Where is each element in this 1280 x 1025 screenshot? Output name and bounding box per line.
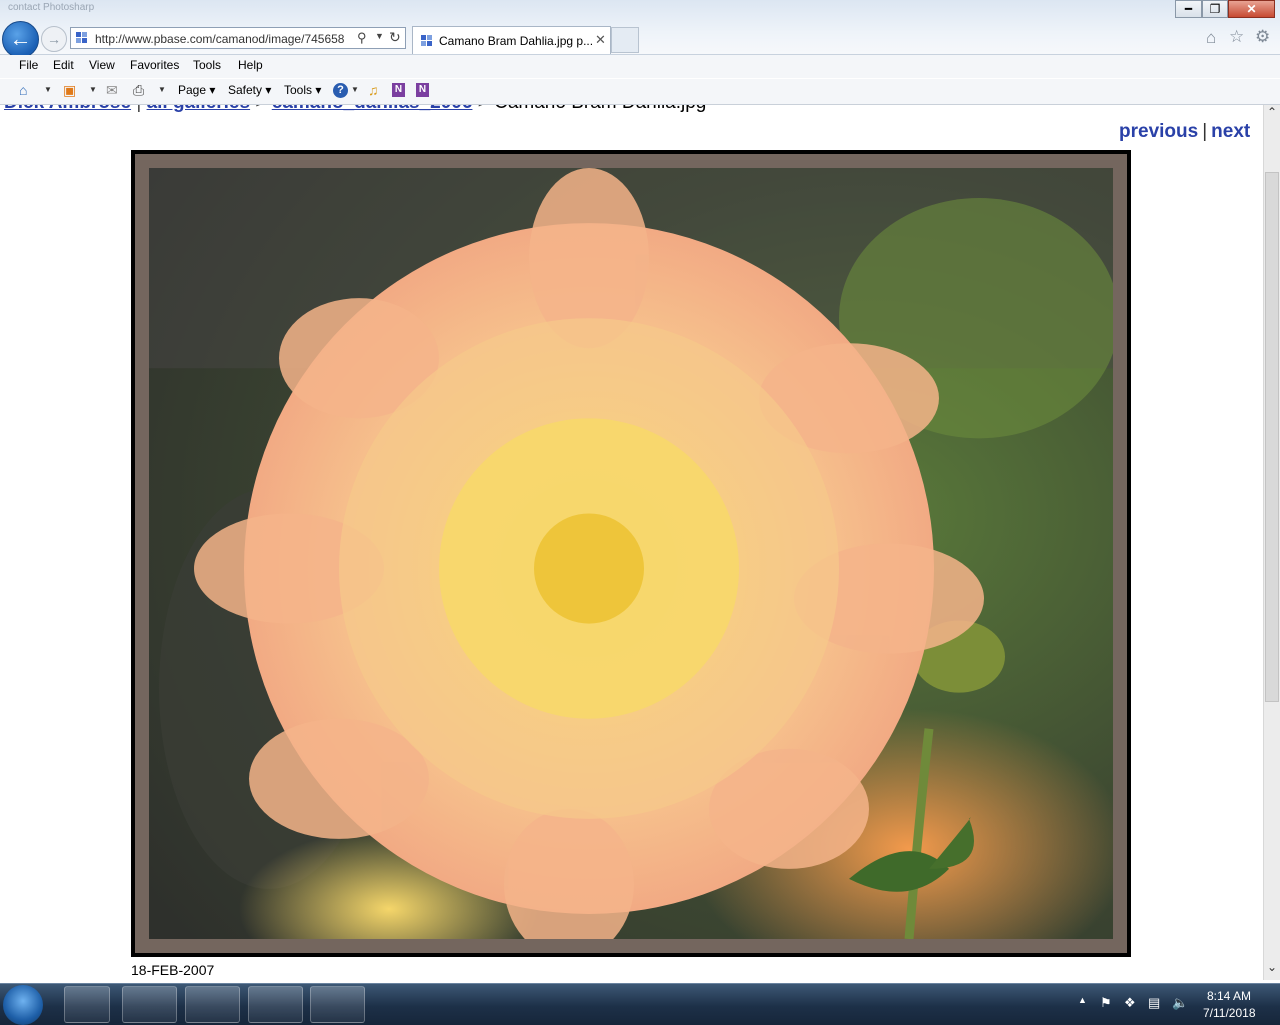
feeds-dropdown-icon[interactable]: ▼ — [89, 85, 97, 94]
rss-icon[interactable]: ▣ — [63, 82, 76, 99]
onenote-linked-icon[interactable]: N — [416, 83, 429, 97]
breadcrumb-current: Camano Bram Dahlia.jpg — [494, 105, 706, 113]
nav-separator: | — [1202, 121, 1208, 142]
menu-help[interactable]: Help — [238, 58, 263, 72]
image-navigation: previous | next — [1119, 121, 1250, 143]
photo-date: 18-FEB-2007 — [131, 962, 215, 978]
star-icon[interactable]: ☆ — [1229, 27, 1244, 47]
taskbar-remote-users[interactable] — [185, 986, 240, 1023]
menu-favorites[interactable]: Favorites — [130, 58, 179, 72]
restore-button[interactable]: ❐ — [1202, 0, 1228, 18]
windows-taskbar: ▲ ⚑ ❖ ▤ 🔈 8:14 AM 7/11/2018 — [0, 983, 1280, 1025]
tray-dropbox-icon[interactable]: ❖ — [1124, 995, 1136, 1011]
page-menu-button[interactable]: Page ▾ — [178, 83, 215, 97]
scroll-up-icon[interactable]: ⌃ — [1264, 105, 1280, 123]
photo-frame — [131, 150, 1131, 957]
search-icon[interactable]: ⚲ — [357, 30, 367, 46]
menu-bar: File Edit View Favorites Tools Help — [0, 55, 1280, 78]
breadcrumb-separator: | — [136, 105, 141, 113]
breadcrumb-arrow: > — [255, 105, 266, 113]
scroll-thumb[interactable] — [1265, 172, 1279, 702]
print-dropdown-icon[interactable]: ▼ — [158, 85, 166, 94]
forward-arrow-icon: → — [47, 31, 61, 47]
tray-volume-muted-icon[interactable]: 🔈 — [1172, 995, 1188, 1011]
taskbar-viewer[interactable] — [310, 986, 365, 1023]
start-button[interactable] — [3, 985, 43, 1025]
breadcrumb-arrow-2: > — [478, 105, 489, 113]
menu-edit[interactable]: Edit — [53, 58, 74, 72]
tab-favicon-icon — [421, 35, 432, 46]
breadcrumb-gallery-link[interactable]: camano_dahlias_2006 — [272, 105, 473, 113]
tab-camano-bram-dahlia[interactable]: Camano Bram Dahlia.jpg p... ✕ — [412, 26, 611, 54]
refresh-icon[interactable]: ↻ — [389, 29, 401, 46]
breadcrumb: Dick Ambrose | all galleries > camano_da… — [4, 105, 706, 114]
address-dropdown-icon[interactable]: ▼ — [375, 31, 384, 41]
home-icon[interactable]: ⌂ — [1206, 28, 1216, 48]
help-dropdown-icon[interactable]: ▼ — [351, 85, 359, 94]
clock-date[interactable]: 7/11/2018 — [1203, 1006, 1256, 1020]
site-favicon-icon — [76, 32, 87, 43]
safety-menu-button[interactable]: Safety ▾ — [228, 83, 271, 97]
taskbar-media-player[interactable] — [64, 986, 110, 1023]
research-icon[interactable]: ♫ — [368, 82, 379, 98]
new-tab-button[interactable] — [611, 27, 639, 53]
help-icon[interactable]: ? — [333, 83, 348, 98]
previous-link[interactable]: previous — [1119, 121, 1198, 142]
breadcrumb-all-galleries-link[interactable]: all galleries — [147, 105, 251, 113]
minimize-button[interactable]: ━ — [1175, 0, 1202, 18]
menu-file[interactable]: File — [19, 58, 38, 72]
page-content: Dick Ambrose | all galleries > camano_da… — [0, 105, 1263, 980]
clock-time[interactable]: 8:14 AM — [1207, 989, 1251, 1003]
home-dropdown-icon[interactable]: ▼ — [44, 85, 52, 94]
tray-flag-icon[interactable]: ⚑ — [1100, 995, 1112, 1011]
taskbar-internet-explorer[interactable] — [122, 986, 177, 1023]
photo-mat — [135, 154, 1127, 953]
home-icon[interactable]: ⌂ — [19, 82, 27, 98]
scroll-down-icon[interactable]: ⌄ — [1264, 960, 1280, 978]
browser-title-bar: contact Photosharp ← → http://www.pbase.… — [0, 0, 1280, 58]
address-url[interactable]: http://www.pbase.com/camanod/image/74565… — [95, 32, 344, 46]
gear-icon[interactable]: ⚙ — [1255, 27, 1270, 47]
tray-network-icon[interactable]: ▤ — [1148, 995, 1160, 1011]
close-window-button[interactable]: ✕ — [1228, 0, 1275, 18]
taskbar-file-explorer[interactable] — [248, 986, 303, 1023]
safety-menu-label: Safety — [228, 83, 263, 97]
dahlia-photo[interactable] — [149, 168, 1113, 939]
mail-icon[interactable]: ✉ — [106, 82, 118, 99]
tab-title: Camano Bram Dahlia.jpg p... — [439, 34, 594, 48]
vertical-scrollbar[interactable]: ⌃ ⌄ — [1263, 105, 1280, 980]
tools-menu-label: Tools — [284, 83, 313, 97]
page-menu-label: Page — [178, 83, 207, 97]
forward-button[interactable]: → — [41, 26, 67, 52]
printer-icon[interactable]: ⎙ — [133, 82, 144, 99]
address-bar[interactable]: http://www.pbase.com/camanod/image/74565… — [70, 27, 406, 49]
menu-tools[interactable]: Tools — [193, 58, 221, 72]
command-bar: ⌂ ▼ ▣ ▼ ✉ ⎙ ▼ Page ▾ Safety ▾ Tools ▾ ? … — [0, 79, 1280, 105]
next-link[interactable]: next — [1211, 121, 1250, 142]
menu-view[interactable]: View — [89, 58, 115, 72]
back-button[interactable]: ← — [2, 21, 39, 58]
breadcrumb-owner-link[interactable]: Dick Ambrose — [4, 105, 131, 113]
window-caption: contact Photosharp — [8, 2, 95, 13]
tab-close-icon[interactable]: ✕ — [595, 32, 606, 48]
onenote-icon[interactable]: N — [392, 83, 405, 97]
back-arrow-icon: ← — [9, 26, 32, 51]
tools-menu-button[interactable]: Tools ▾ — [284, 83, 321, 97]
tray-expand-icon[interactable]: ▲ — [1078, 995, 1087, 1005]
